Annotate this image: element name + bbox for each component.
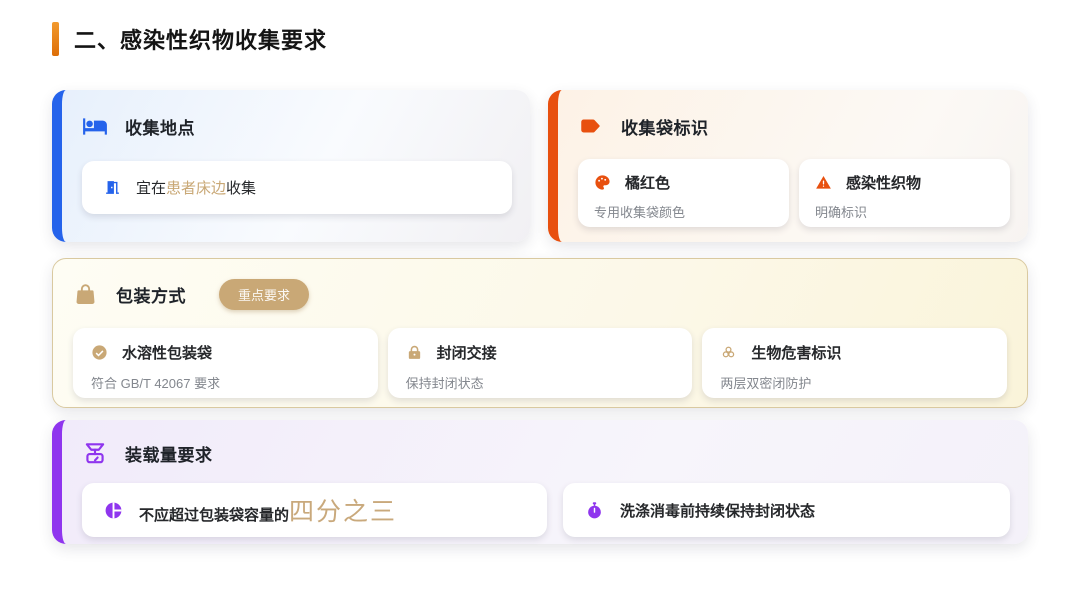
card-bag-label: 收集袋标识 橘红色 专用收集袋颜色 感染性织物 明确标识 bbox=[548, 90, 1028, 242]
bag-label-item-desc: 专用收集袋颜色 bbox=[594, 205, 686, 220]
door-icon bbox=[104, 179, 121, 196]
title-accent-bar bbox=[52, 22, 59, 56]
shopping-bag-icon bbox=[73, 282, 99, 308]
key-requirement-badge: 重点要求 bbox=[219, 279, 310, 310]
lock-icon bbox=[406, 344, 423, 361]
location-item: 宜在患者床边收集 bbox=[82, 161, 512, 214]
card-bag-label-title: 收集袋标识 bbox=[621, 118, 709, 138]
bag-label-item-infectious: 感染性织物 明确标识 bbox=[799, 159, 1010, 227]
card-load-requirement: 装载量要求 不应超过包装袋容量的四分之三 洗涤消毒前持续保持封闭状态 bbox=[52, 420, 1028, 544]
load-item-capacity: 不应超过包装袋容量的四分之三 bbox=[82, 483, 547, 537]
packaging-item-desc: 两层双密闭防护 bbox=[720, 376, 812, 391]
packaging-item-title: 生物危害标识 bbox=[751, 345, 842, 362]
biohazard-icon bbox=[720, 344, 737, 361]
check-circle-icon bbox=[91, 344, 108, 361]
card-load-header: 装载量要求 bbox=[82, 440, 1010, 466]
warning-icon bbox=[815, 174, 832, 191]
card-load-title: 装载量要求 bbox=[125, 445, 213, 465]
packaging-item-title: 水溶性包装袋 bbox=[122, 345, 213, 362]
packaging-item-biohazard-label: 生物危害标识 两层双密闭防护 bbox=[702, 328, 1007, 398]
three-quarters-highlight: 四分之三 bbox=[289, 498, 398, 526]
bag-label-item-title: 感染性织物 bbox=[846, 175, 922, 192]
packaging-item-desc: 符合 GB/T 42067 要求 bbox=[91, 376, 221, 391]
location-highlight: 患者床边 bbox=[166, 180, 227, 197]
card-packaging-title: 包装方式 bbox=[116, 287, 186, 306]
card-packaging: 包装方式 重点要求 水溶性包装袋 符合 GB/T 42067 要求 封闭交接 保… bbox=[52, 258, 1028, 408]
load-item-keep-sealed: 洗涤消毒前持续保持封闭状态 bbox=[563, 483, 1010, 537]
card-location-title: 收集地点 bbox=[125, 118, 195, 138]
page-title: 二、感染性织物收集要求 bbox=[74, 28, 328, 53]
slide: 二、感染性织物收集要求 收集地点 宜在患者床边收集 收集袋标识 橘红色 专用收集… bbox=[0, 0, 1080, 608]
palette-icon bbox=[594, 174, 611, 191]
page-header: 二、感染性织物收集要求 bbox=[52, 22, 327, 56]
load-capacity-text: 不应超过包装袋容量的四分之三 bbox=[139, 498, 398, 526]
bag-label-item-color: 橘红色 专用收集袋颜色 bbox=[578, 159, 789, 227]
packaging-item-soluble-bag: 水溶性包装袋 符合 GB/T 42067 要求 bbox=[73, 328, 378, 398]
card-packaging-header: 包装方式 重点要求 bbox=[73, 279, 1007, 310]
bag-label-item-desc: 明确标识 bbox=[815, 205, 868, 220]
packaging-item-sealed-handover: 封闭交接 保持封闭状态 bbox=[387, 328, 693, 398]
bag-label-item-title: 橘红色 bbox=[625, 175, 671, 192]
pie-chart-icon bbox=[104, 501, 123, 520]
location-text: 宜在患者床边收集 bbox=[136, 180, 257, 197]
card-bag-label-header: 收集袋标识 bbox=[578, 113, 1010, 139]
packaging-item-desc: 保持封闭状态 bbox=[405, 376, 484, 391]
card-collection-location: 收集地点 宜在患者床边收集 bbox=[52, 90, 530, 242]
tag-icon bbox=[578, 113, 604, 139]
load-sealed-text: 洗涤消毒前持续保持封闭状态 bbox=[620, 502, 816, 520]
card-location-header: 收集地点 bbox=[82, 113, 512, 139]
packaging-item-title: 封闭交接 bbox=[436, 345, 497, 362]
scale-icon bbox=[82, 440, 108, 466]
bed-icon bbox=[82, 113, 108, 139]
stopwatch-icon bbox=[585, 501, 604, 520]
